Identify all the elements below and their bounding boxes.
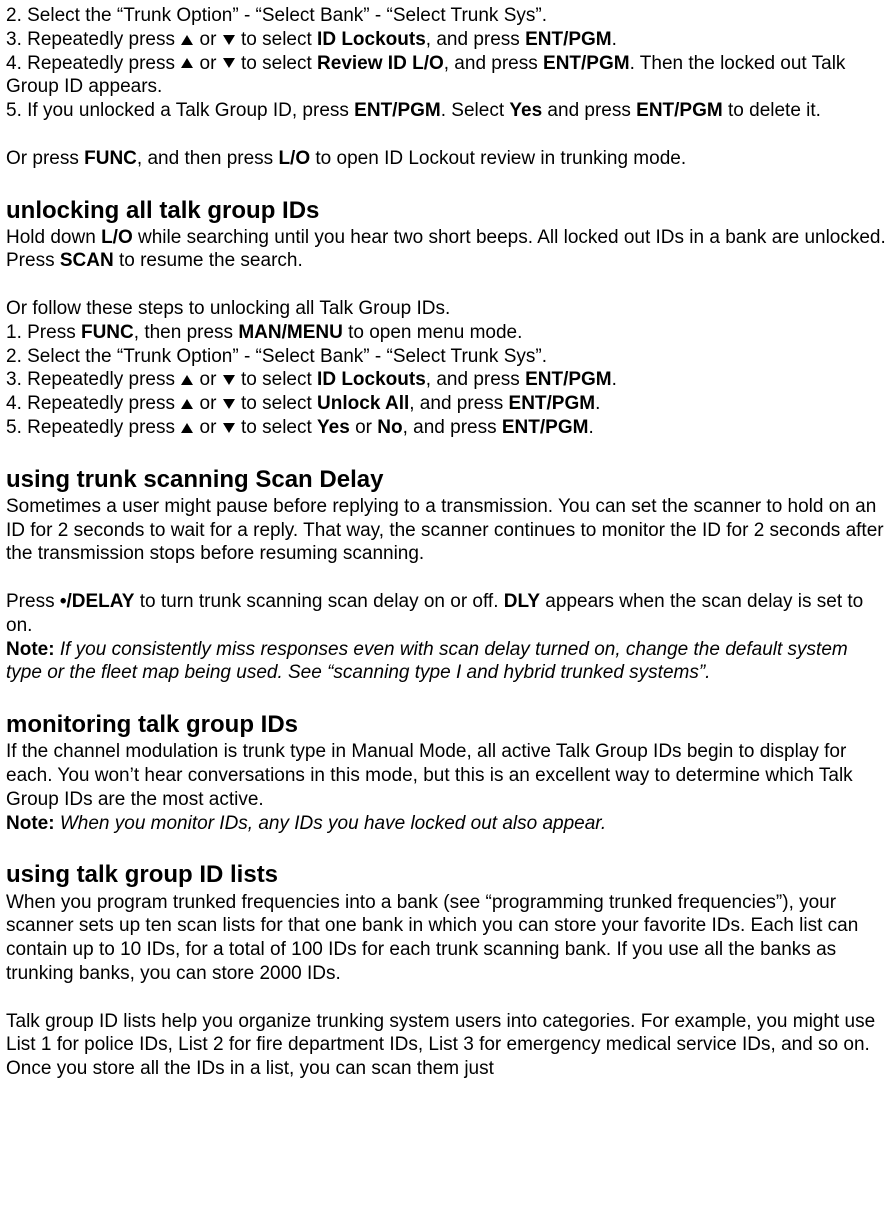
key-label: ENT/PGM: [525, 369, 612, 390]
monitoring-note: Note: When you monitor IDs, any IDs you …: [6, 812, 888, 836]
text: , then press: [134, 322, 239, 343]
text: to select: [236, 393, 317, 414]
alt-instruction: Or press FUNC, and then press L/O to ope…: [6, 147, 888, 171]
heading-monitoring: monitoring talk group IDs: [6, 709, 888, 740]
id-lists-p2: Talk group ID lists help you organize tr…: [6, 1010, 888, 1081]
text: Press: [6, 591, 60, 612]
unlock-follow: Or follow these steps to unlocking all T…: [6, 297, 888, 321]
text: or: [194, 29, 221, 50]
key-label: SCAN: [60, 250, 114, 271]
menu-item: ID Lockouts: [317, 369, 426, 390]
option: Yes: [317, 417, 350, 438]
text: to turn trunk scanning scan delay on or …: [134, 591, 503, 612]
unlock-step-4: 4. Repeatedly press or to select Unlock …: [6, 392, 888, 416]
text: 4. Repeatedly press: [6, 393, 180, 414]
text: or: [350, 417, 377, 438]
key-label: L/O: [101, 227, 133, 248]
text: to resume the search.: [114, 250, 303, 271]
text: to select: [236, 29, 317, 50]
key-label: ENT/PGM: [502, 417, 589, 438]
monitoring-body: If the channel modulation is trunk type …: [6, 740, 888, 811]
unlock-step-3: 3. Repeatedly press or to select ID Lock…: [6, 368, 888, 392]
key-label: ENT/PGM: [636, 100, 723, 121]
text: to open ID Lockout review in trunking mo…: [310, 148, 686, 169]
note-label: Note:: [6, 639, 55, 660]
text: , and press: [444, 53, 543, 74]
menu-item: Review ID L/O: [317, 53, 444, 74]
text: or: [194, 417, 221, 438]
down-arrow-icon: [222, 34, 236, 46]
text: or: [194, 393, 221, 414]
down-arrow-icon: [222, 57, 236, 69]
text: to delete it.: [723, 100, 821, 121]
step-2: 2. Select the “Trunk Option” - “Select B…: [6, 4, 888, 28]
down-arrow-icon: [222, 374, 236, 386]
scan-delay-body: Sometimes a user might pause before repl…: [6, 495, 888, 566]
text: and press: [542, 100, 636, 121]
text: 5. Repeatedly press: [6, 417, 180, 438]
text: to select: [236, 417, 317, 438]
note-body: If you consistently miss responses even …: [6, 639, 848, 684]
text: .: [612, 369, 617, 390]
key-label: ENT/PGM: [509, 393, 596, 414]
indicator: DLY: [504, 591, 540, 612]
up-arrow-icon: [180, 374, 194, 386]
text: Hold down: [6, 227, 101, 248]
scan-delay-press: Press •/DELAY to turn trunk scanning sca…: [6, 590, 888, 638]
key-label: FUNC: [81, 322, 134, 343]
text: 3. Repeatedly press: [6, 29, 180, 50]
key-label: •/DELAY: [60, 591, 135, 612]
text: or: [194, 53, 221, 74]
text: .: [588, 417, 593, 438]
step-5: 5. If you unlocked a Talk Group ID, pres…: [6, 99, 888, 123]
down-arrow-icon: [222, 422, 236, 434]
text: , and press: [426, 29, 525, 50]
text: 5. If you unlocked a Talk Group ID, pres…: [6, 100, 354, 121]
step-3: 3. Repeatedly press or to select ID Lock…: [6, 28, 888, 52]
option: No: [377, 417, 402, 438]
up-arrow-icon: [180, 422, 194, 434]
text: . Select: [441, 100, 510, 121]
key-label: ENT/PGM: [525, 29, 612, 50]
text: , and then press: [137, 148, 279, 169]
key-label: MAN/MENU: [238, 322, 343, 343]
menu-item: Unlock All: [317, 393, 409, 414]
text: 1. Press: [6, 322, 81, 343]
key-label: ENT/PGM: [543, 53, 630, 74]
option: Yes: [509, 100, 542, 121]
unlock-step-2: 2. Select the “Trunk Option” - “Select B…: [6, 345, 888, 369]
text: or: [194, 369, 221, 390]
key-label: L/O: [278, 148, 310, 169]
down-arrow-icon: [222, 398, 236, 410]
text: , and press: [409, 393, 508, 414]
key-label: FUNC: [84, 148, 137, 169]
unlock-intro: Hold down L/O while searching until you …: [6, 226, 888, 274]
text: Or press: [6, 148, 84, 169]
unlock-step-5: 5. Repeatedly press or to select Yes or …: [6, 416, 888, 440]
text: to select: [236, 53, 317, 74]
scan-delay-note: Note: If you consistently miss responses…: [6, 638, 888, 686]
unlock-step-1: 1. Press FUNC, then press MAN/MENU to op…: [6, 321, 888, 345]
up-arrow-icon: [180, 398, 194, 410]
heading-unlock-all: unlocking all talk group IDs: [6, 195, 888, 226]
text: .: [595, 393, 600, 414]
text: .: [612, 29, 617, 50]
text: , and press: [403, 417, 502, 438]
heading-id-lists: using talk group ID lists: [6, 859, 888, 890]
menu-item: ID Lockouts: [317, 29, 426, 50]
heading-scan-delay: using trunk scanning Scan Delay: [6, 464, 888, 495]
id-lists-p1: When you program trunked frequencies int…: [6, 891, 888, 986]
text: to select: [236, 369, 317, 390]
note-body: When you monitor IDs, any IDs you have l…: [55, 813, 607, 834]
text: 3. Repeatedly press: [6, 369, 180, 390]
text: , and press: [426, 369, 525, 390]
note-label: Note:: [6, 813, 55, 834]
step-4: 4. Repeatedly press or to select Review …: [6, 52, 888, 100]
up-arrow-icon: [180, 57, 194, 69]
up-arrow-icon: [180, 34, 194, 46]
text: to open menu mode.: [343, 322, 523, 343]
text: 4. Repeatedly press: [6, 53, 180, 74]
key-label: ENT/PGM: [354, 100, 441, 121]
